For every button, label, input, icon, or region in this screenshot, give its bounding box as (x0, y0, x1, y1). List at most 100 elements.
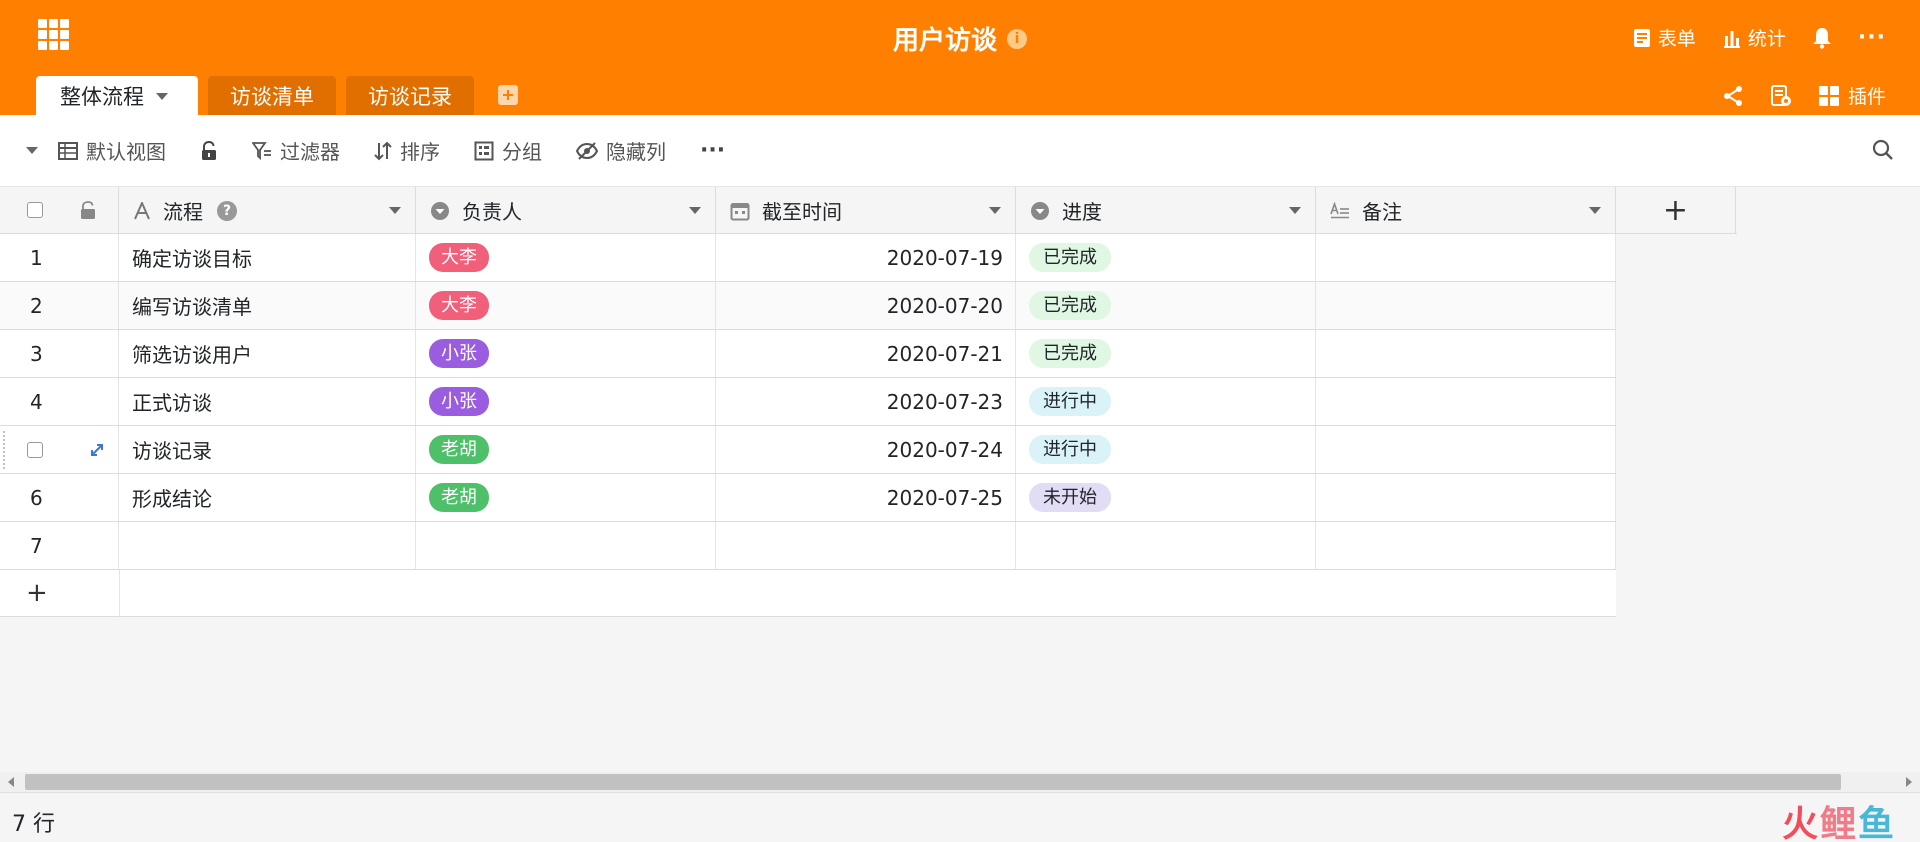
form-button[interactable]: 表单 (1632, 24, 1696, 51)
long-text-icon (1330, 201, 1349, 218)
horizontal-scrollbar[interactable] (0, 772, 1920, 792)
owner-cell[interactable]: 小张 (416, 330, 716, 377)
plugins-button[interactable]: 插件 (1818, 82, 1886, 109)
scrollbar-thumb[interactable] (25, 774, 1841, 790)
tab-overall-process[interactable]: 整体流程 (36, 76, 198, 116)
column-title: 流程 (163, 200, 203, 224)
stats-button[interactable]: 统计 (1722, 24, 1786, 51)
process-cell[interactable]: 筛选访谈用户 (119, 330, 416, 377)
info-icon[interactable]: i (1007, 28, 1027, 49)
row-number: 3 (0, 330, 119, 377)
deadline-cell[interactable]: 2020-07-24 (716, 426, 1016, 473)
deadline-cell[interactable]: 2020-07-20 (716, 282, 1016, 329)
process-cell[interactable]: 形成结论 (119, 474, 416, 521)
deadline-cell[interactable] (716, 522, 1016, 569)
form-icon (1633, 28, 1650, 47)
expand-row-icon[interactable] (89, 442, 105, 458)
deadline-cell[interactable]: 2020-07-23 (716, 378, 1016, 425)
column-menu-icon[interactable] (1589, 207, 1601, 214)
unlock-icon[interactable] (80, 201, 96, 220)
chevron-down-icon[interactable] (26, 147, 38, 154)
select-all-checkbox[interactable] (27, 202, 43, 218)
tab-interview-records[interactable]: 访谈记录 (346, 76, 474, 115)
progress-tag: 已完成 (1029, 243, 1111, 272)
toolbar-more-button[interactable]: ··· (700, 138, 725, 163)
group-button[interactable]: 分组 (474, 136, 542, 165)
eye-off-icon (576, 141, 598, 160)
owner-cell[interactable]: 大李 (416, 282, 716, 329)
column-menu-icon[interactable] (1289, 207, 1301, 214)
share-icon[interactable] (1722, 85, 1744, 107)
owner-cell[interactable]: 小张 (416, 378, 716, 425)
progress-cell[interactable]: 已完成 (1016, 234, 1316, 281)
lock-view-button[interactable] (200, 140, 218, 161)
owner-cell[interactable]: 大李 (416, 234, 716, 281)
note-cell[interactable] (1316, 378, 1616, 425)
progress-cell[interactable]: 进行中 (1016, 426, 1316, 473)
top-actions: 表单 统计 ··· (1632, 24, 1886, 51)
progress-cell[interactable]: 已完成 (1016, 282, 1316, 329)
view-selector[interactable]: 默认视图 (26, 136, 166, 165)
chevron-down-icon[interactable] (156, 92, 168, 100)
add-row-bar[interactable]: + (0, 570, 1616, 617)
table-row[interactable]: 6 形成结论 老胡 2020-07-25 未开始 (0, 474, 1616, 522)
view-label: 默认视图 (86, 140, 166, 164)
owner-cell[interactable] (416, 522, 716, 569)
note-cell[interactable] (1316, 234, 1616, 281)
process-cell[interactable] (119, 522, 416, 569)
process-cell[interactable]: 正式访谈 (119, 378, 416, 425)
process-cell[interactable]: 确定访谈目标 (119, 234, 416, 281)
column-menu-icon[interactable] (989, 207, 1001, 214)
sort-button[interactable]: 排序 (374, 136, 440, 165)
table-row[interactable]: 2 编写访谈清单 大李 2020-07-20 已完成 (0, 282, 1616, 330)
column-header-deadline[interactable]: 截至时间 (716, 187, 1016, 234)
row-select-cell (0, 426, 119, 473)
filter-button[interactable]: 过滤器 (252, 136, 340, 165)
more-menu-button[interactable]: ··· (1858, 25, 1886, 50)
progress-cell[interactable]: 未开始 (1016, 474, 1316, 521)
table-row[interactable]: 4 正式访谈 小张 2020-07-23 进行中 (0, 378, 1616, 426)
add-row-button[interactable]: + (26, 580, 48, 606)
records-settings-icon[interactable] (1770, 84, 1792, 107)
table-row[interactable]: 访谈记录 老胡 2020-07-24 进行中 (0, 426, 1616, 474)
column-menu-icon[interactable] (389, 207, 401, 214)
progress-cell[interactable] (1016, 522, 1316, 569)
process-cell[interactable]: 编写访谈清单 (119, 282, 416, 329)
note-cell[interactable] (1316, 522, 1616, 569)
row-checkbox[interactable] (27, 441, 43, 458)
deadline-cell[interactable]: 2020-07-21 (716, 330, 1016, 377)
table-row[interactable]: 7 (0, 522, 1616, 570)
column-header-progress[interactable]: 进度 (1016, 187, 1316, 234)
column-header-owner[interactable]: 负责人 (416, 187, 716, 234)
note-cell[interactable] (1316, 474, 1616, 521)
notification-button[interactable] (1812, 27, 1832, 49)
owner-cell[interactable]: 老胡 (416, 474, 716, 521)
add-tab-icon[interactable] (498, 85, 518, 105)
add-column-button[interactable]: + (1616, 187, 1736, 234)
column-menu-icon[interactable] (689, 207, 701, 214)
hide-columns-button[interactable]: 隐藏列 (576, 136, 666, 165)
app-header: 用户访谈 i 表单 统计 ··· 整体流程 访谈清单 访谈记录 插件 (0, 0, 1920, 116)
owner-cell[interactable]: 老胡 (416, 426, 716, 473)
search-icon[interactable] (1872, 139, 1894, 161)
table-row[interactable]: 3 筛选访谈用户 小张 2020-07-21 已完成 (0, 330, 1616, 378)
column-header-note[interactable]: 备注 (1316, 187, 1616, 234)
note-cell[interactable] (1316, 330, 1616, 377)
owner-tag: 小张 (429, 387, 489, 416)
note-cell[interactable] (1316, 426, 1616, 473)
scroll-right-icon[interactable] (1906, 777, 1912, 787)
progress-cell[interactable]: 进行中 (1016, 378, 1316, 425)
deadline-cell[interactable]: 2020-07-25 (716, 474, 1016, 521)
progress-tag: 进行中 (1029, 435, 1111, 464)
deadline-cell[interactable]: 2020-07-19 (716, 234, 1016, 281)
owner-tag: 大李 (429, 291, 489, 320)
group-icon (474, 141, 494, 160)
progress-cell[interactable]: 已完成 (1016, 330, 1316, 377)
scroll-left-icon[interactable] (8, 777, 14, 787)
column-header-process[interactable]: 流程 ? (119, 187, 416, 234)
note-cell[interactable] (1316, 282, 1616, 329)
tab-interview-list[interactable]: 访谈清单 (208, 76, 336, 115)
help-icon[interactable]: ? (217, 200, 237, 221)
process-cell[interactable]: 访谈记录 (119, 426, 416, 473)
table-row[interactable]: 1 确定访谈目标 大李 2020-07-19 已完成 (0, 234, 1616, 282)
